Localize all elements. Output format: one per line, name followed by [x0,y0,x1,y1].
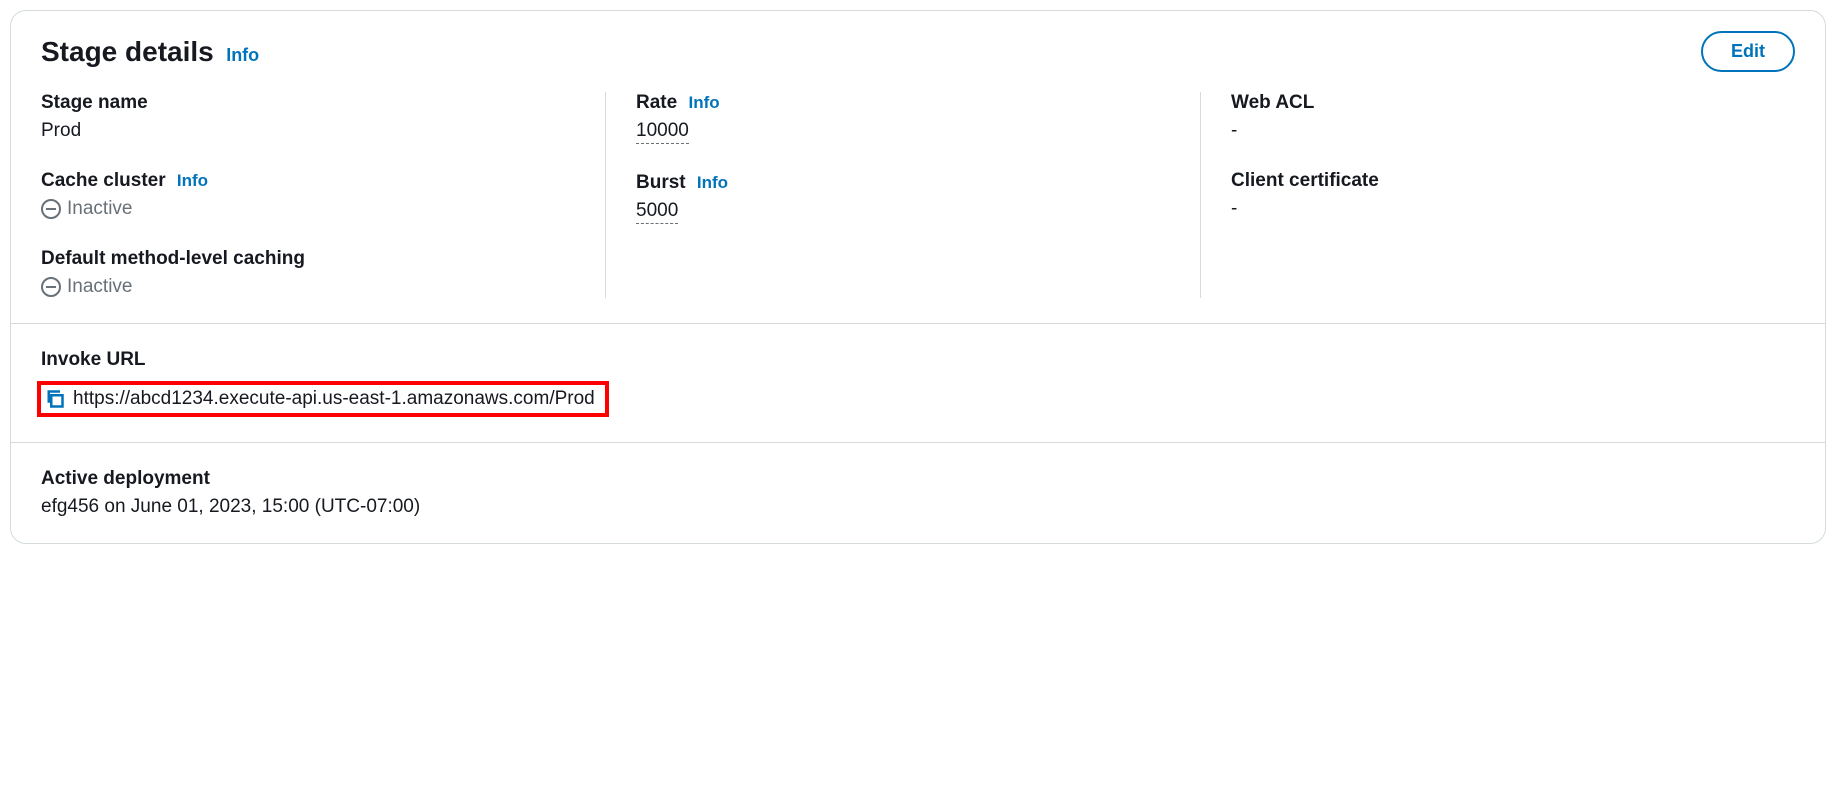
cache-cluster-label: Cache cluster Info [41,170,575,192]
invoke-url-section: Invoke URL https://abcd1234.execute-api.… [11,323,1825,442]
default-caching-status: Inactive [67,276,132,298]
inactive-icon [41,277,61,297]
active-deployment-label: Active deployment [41,468,1795,490]
web-acl-label: Web ACL [1231,92,1765,114]
field-stage-name: Stage name Prod [41,92,575,142]
cache-cluster-status-row: Inactive [41,198,575,220]
info-link-cache-cluster[interactable]: Info [177,171,208,190]
invoke-url-label: Invoke URL [41,349,1795,371]
invoke-url-value[interactable]: https://abcd1234.execute-api.us-east-1.a… [73,388,595,410]
field-client-cert: Client certificate - [1231,170,1765,220]
burst-value: 5000 [636,200,678,224]
client-cert-label: Client certificate [1231,170,1765,192]
cache-cluster-status: Inactive [67,198,132,220]
burst-label-text: Burst [636,172,686,193]
info-link-rate[interactable]: Info [688,93,719,112]
info-link-header[interactable]: Info [226,45,259,65]
field-default-caching: Default method-level caching Inactive [41,248,575,298]
client-cert-value: - [1231,198,1765,220]
active-deployment-section: Active deployment efg456 on June 01, 202… [11,442,1825,543]
default-caching-status-row: Inactive [41,276,575,298]
rate-label-text: Rate [636,92,677,113]
title-group: Stage details Info [41,36,259,68]
active-deployment-value: efg456 on June 01, 2023, 15:00 (UTC-07:0… [41,496,1795,518]
burst-label: Burst Info [636,172,1170,194]
field-burst: Burst Info 5000 [636,172,1170,224]
field-rate: Rate Info 10000 [636,92,1170,144]
stage-details-card: Stage details Info Edit Stage name Prod … [10,10,1826,544]
rate-value: 10000 [636,120,689,144]
rate-label: Rate Info [636,92,1170,114]
stage-name-value: Prod [41,120,575,142]
field-cache-cluster: Cache cluster Info Inactive [41,170,575,220]
details-grid: Stage name Prod Cache cluster Info Inact… [11,82,1825,323]
field-web-acl: Web ACL - [1231,92,1765,142]
edit-button[interactable]: Edit [1701,31,1795,72]
column-2: Rate Info 10000 Burst Info 5000 [606,92,1201,298]
default-caching-label: Default method-level caching [41,248,575,270]
column-3: Web ACL - Client certificate - [1201,92,1795,298]
web-acl-value: - [1231,120,1765,142]
inactive-icon [41,199,61,219]
column-1: Stage name Prod Cache cluster Info Inact… [41,92,606,298]
stage-name-label: Stage name [41,92,575,114]
info-link-burst[interactable]: Info [697,173,728,192]
card-header: Stage details Info Edit [11,11,1825,82]
page-title: Stage details [41,36,214,67]
copy-icon[interactable] [45,389,65,409]
invoke-url-highlight: https://abcd1234.execute-api.us-east-1.a… [37,381,609,417]
cache-cluster-label-text: Cache cluster [41,170,166,191]
